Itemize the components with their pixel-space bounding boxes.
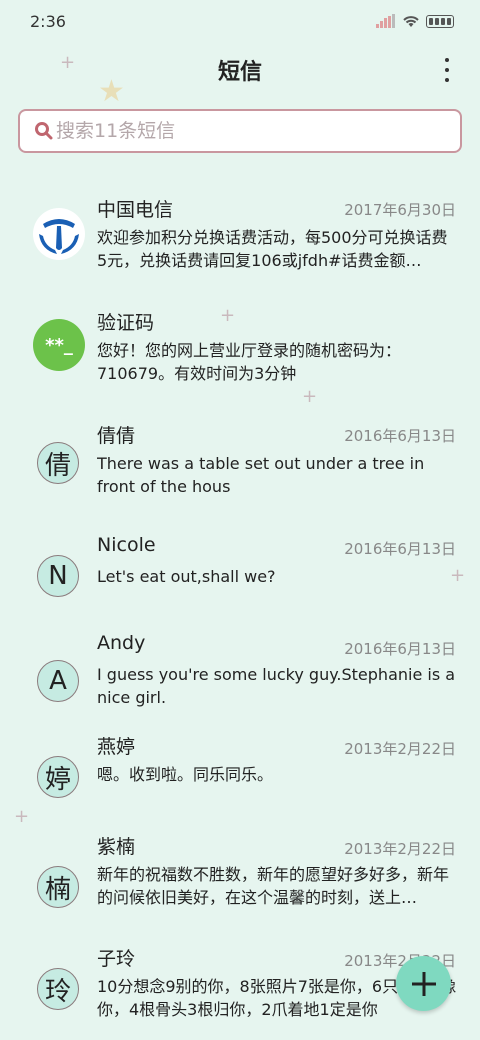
contact-name: 中国电信	[97, 199, 174, 221]
message-preview: 欢迎参加积分兑换话费活动，每500分可兑换话费5元，兑换话费请回复106或jfd…	[97, 228, 448, 270]
conversation-item[interactable]: N Nicole 2016年6月13日 Let's eat out,shall …	[0, 519, 480, 632]
battery-icon	[426, 14, 454, 28]
conversation-item[interactable]: 楠 紫楠 2013年2月22日 新年的祝福数不胜数，新年的愿望好多好多，新年的问…	[0, 832, 480, 944]
message-date: 2016年6月13日	[344, 640, 456, 658]
search-input[interactable]	[56, 120, 446, 142]
message-preview: 新年的祝福数不胜数，新年的愿望好多好多，新年的问候依旧美好，在这个温馨的时刻，送…	[97, 865, 450, 907]
message-date: 2016年6月13日	[344, 427, 456, 445]
plus-icon	[411, 971, 436, 996]
message-date: 2013年2月22日	[344, 740, 456, 758]
contact-name: 倩倩	[97, 425, 136, 447]
contact-name: 子玲	[97, 948, 136, 970]
message-preview: 您好！您的网上营业厅登录的随机密码为：710679。有效时间为3分钟	[97, 341, 402, 383]
contact-name: Nicole	[97, 534, 156, 556]
search-icon	[35, 122, 53, 140]
contact-name: 验证码	[97, 312, 155, 334]
avatar: 玲	[37, 968, 79, 1010]
conversation-item[interactable]: 中国电信 2017年6月30日 欢迎参加积分兑换话费活动，每500分可兑换话费5…	[0, 180, 480, 293]
message-preview: I guess you're some lucky guy.Stephanie …	[97, 665, 456, 707]
search-bar[interactable]	[18, 109, 462, 153]
china-telecom-logo-icon	[33, 208, 85, 260]
contact-name: 紫楠	[97, 836, 136, 858]
avatar: 婷	[37, 756, 79, 798]
message-preview: 嗯。收到啦。同乐同乐。	[97, 765, 274, 784]
conversation-item[interactable]: **_ 验证码 您好！您的网上营业厅登录的随机密码为：710679。有效时间为3…	[0, 293, 480, 406]
status-time: 2:36	[30, 11, 66, 31]
avatar: A	[37, 660, 79, 702]
signal-icon	[376, 14, 395, 28]
new-message-button[interactable]	[396, 956, 451, 1011]
page-title: 短信	[217, 60, 262, 85]
message-date: 2013年2月22日	[344, 840, 456, 858]
conversation-item[interactable]: 倩 倩倩 2016年6月13日 There was a table set ou…	[0, 406, 480, 519]
avatar: 倩	[37, 442, 79, 484]
contact-name: Andy	[97, 632, 146, 654]
status-icons	[376, 14, 454, 28]
conversation-item[interactable]: A Andy 2016年6月13日 I guess you're some lu…	[0, 632, 480, 732]
status-bar: 2:36	[0, 0, 480, 42]
conversation-item[interactable]: 婷 燕婷 2013年2月22日 嗯。收到啦。同乐同乐。	[0, 732, 480, 832]
avatar: **_	[33, 319, 85, 371]
avatar: N	[37, 555, 79, 597]
contact-name: 燕婷	[97, 736, 136, 758]
avatar: 楠	[37, 866, 79, 908]
more-options-icon[interactable]	[442, 58, 452, 82]
message-preview: There was a table set out under a tree i…	[97, 454, 425, 496]
wifi-icon	[403, 16, 419, 27]
conversation-list: 中国电信 2017年6月30日 欢迎参加积分兑换话费活动，每500分可兑换话费5…	[0, 180, 480, 1040]
message-date: 2016年6月13日	[344, 540, 456, 558]
message-date: 2017年6月30日	[344, 201, 456, 219]
app-bar: 短信	[0, 48, 480, 92]
message-preview: Let's eat out,shall we?	[97, 567, 276, 586]
